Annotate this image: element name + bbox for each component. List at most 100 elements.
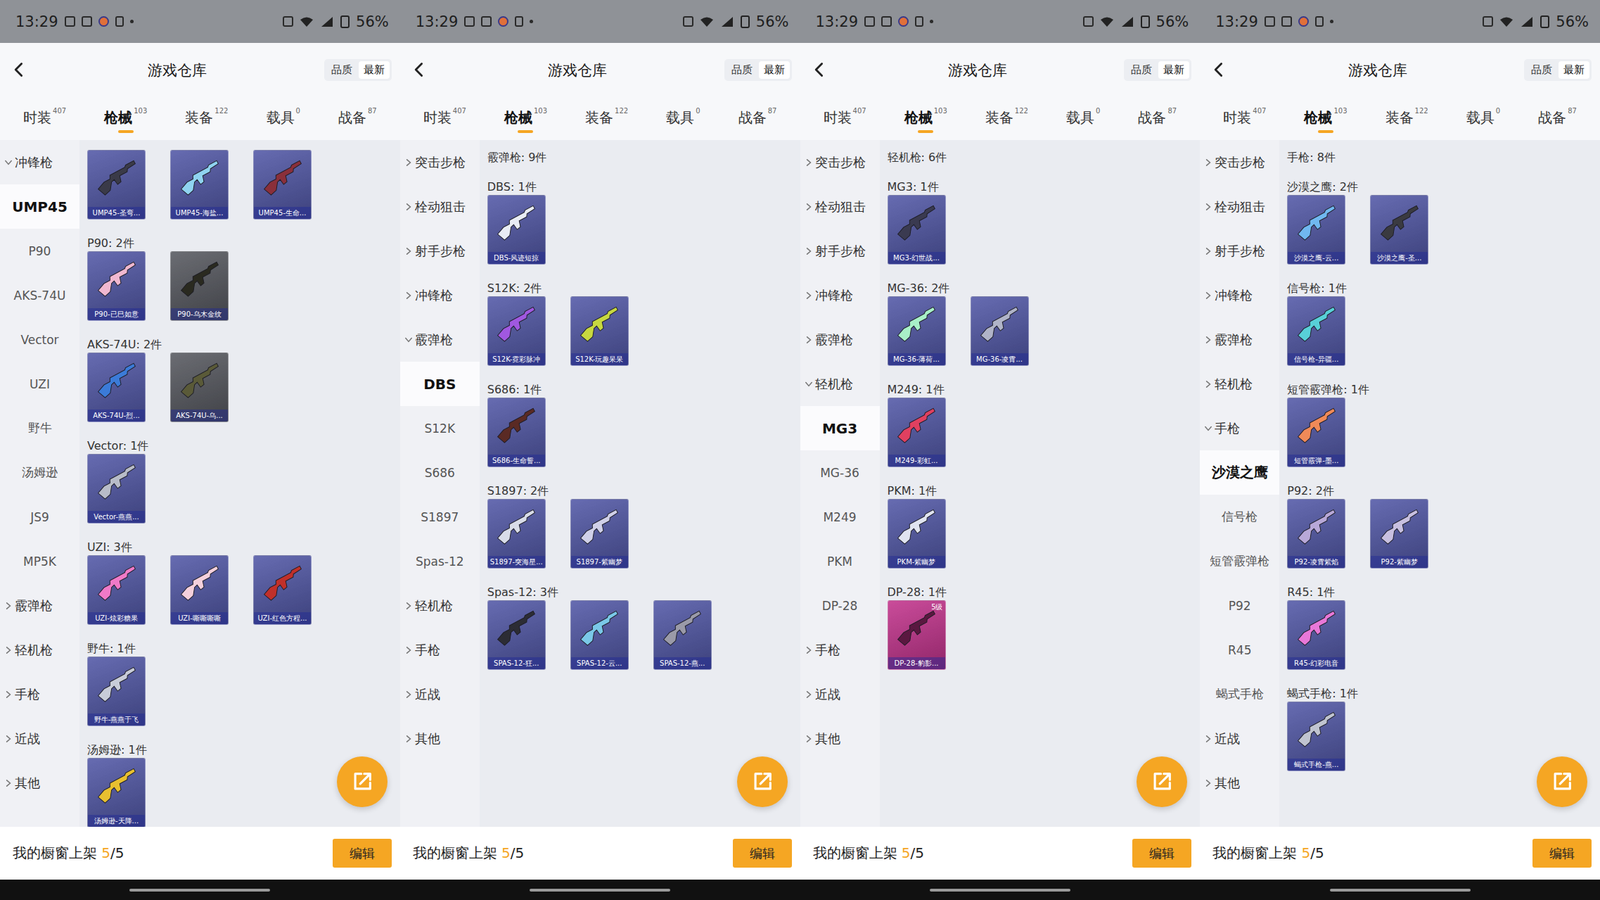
sidebar-item[interactable]: S686 (400, 450, 480, 495)
skin-card[interactable]: 沙漠之鹰-云... (1287, 194, 1346, 265)
sidebar-item[interactable]: MG-36 (800, 450, 880, 495)
sidebar-item[interactable]: 轻机枪 (800, 361, 880, 406)
sidebar-item[interactable]: JS9 (0, 494, 80, 539)
skin-card[interactable]: 沙漠之鹰-圣... (1370, 194, 1429, 265)
sidebar-item[interactable]: 汤姆逊 (0, 450, 80, 495)
skin-card[interactable]: UMP45-海盐... (170, 149, 229, 220)
skin-card[interactable]: SPAS-12-狂... (487, 599, 546, 670)
category-tab[interactable]: 战备87 (1538, 104, 1577, 133)
skin-card[interactable]: UZI-炫彩糖果 (87, 554, 146, 625)
share-button[interactable] (1136, 756, 1188, 807)
skin-card[interactable]: MG3-幻世战... (887, 194, 946, 265)
sidebar-item[interactable]: 手枪 (1199, 405, 1280, 451)
skin-card[interactable]: S686-生命誓... (487, 397, 546, 467)
share-button[interactable] (737, 756, 788, 807)
sidebar-item[interactable]: 手枪 (400, 627, 480, 672)
sidebar-item[interactable]: 沙漠之鹰 (1199, 450, 1280, 495)
skin-card[interactable]: 5级DP-28-豹影... (887, 599, 946, 670)
sidebar-item[interactable]: 冲锋枪 (1199, 272, 1280, 318)
sort-option[interactable]: 品质 (1526, 61, 1558, 79)
sidebar-item[interactable]: 短管霰弹枪 (1199, 538, 1280, 584)
sidebar-item[interactable]: DP-28 (800, 583, 880, 628)
sidebar-item[interactable]: 射手步枪 (1199, 228, 1280, 273)
skin-card[interactable]: AKS-74U-乌... (170, 352, 229, 422)
category-tab[interactable]: 载具0 (266, 104, 301, 133)
edit-button[interactable]: 编辑 (732, 838, 792, 868)
sidebar-item[interactable]: S12K (400, 405, 480, 451)
sidebar-item[interactable]: 近战 (400, 671, 480, 716)
sidebar-item[interactable]: 其他 (800, 715, 880, 761)
sidebar-item[interactable]: AKS-74U (0, 272, 80, 318)
home-indicator[interactable] (129, 888, 271, 892)
sidebar-item[interactable]: Vector (0, 317, 80, 362)
sidebar-item[interactable]: S1897 (400, 494, 480, 539)
category-tab[interactable]: 装备122 (1385, 104, 1429, 133)
skin-card[interactable]: SPAS-12-燕... (653, 599, 712, 670)
share-button[interactable] (336, 756, 388, 807)
skin-card[interactable]: UMP45-生命... (253, 149, 312, 220)
sidebar-item[interactable]: 冲锋枪 (0, 139, 80, 185)
category-tab[interactable]: 时装407 (1223, 104, 1266, 133)
sidebar-item[interactable]: UMP45 (0, 184, 80, 229)
sidebar-item[interactable]: 轻机枪 (400, 583, 480, 628)
sidebar-item[interactable]: PKM (800, 538, 880, 584)
category-tab[interactable]: 战备87 (738, 104, 778, 133)
category-tab[interactable]: 枪械103 (504, 104, 548, 133)
sidebar-item[interactable]: 近战 (0, 715, 80, 761)
skin-card[interactable]: MG-36-薄荷... (887, 296, 946, 366)
sidebar-item[interactable]: 霰弹枪 (800, 317, 880, 362)
skin-card[interactable]: S12K-霓彩脉冲 (487, 296, 546, 366)
sidebar-item[interactable]: 射手步枪 (400, 228, 480, 273)
back-button[interactable] (407, 58, 432, 83)
category-tab[interactable]: 时装407 (23, 104, 67, 133)
skin-card[interactable]: P90-乌木金纹 (170, 251, 229, 321)
sidebar-item[interactable]: MP5K (0, 538, 80, 584)
category-tab[interactable]: 战备87 (1137, 104, 1177, 133)
skin-card[interactable]: S1897-突海星... (487, 498, 546, 569)
sidebar-item[interactable]: 突击步枪 (400, 139, 480, 185)
home-indicator[interactable] (1329, 888, 1471, 892)
category-tab[interactable]: 战备87 (338, 104, 377, 133)
sidebar-item[interactable]: 轻机枪 (1199, 361, 1280, 406)
category-tab[interactable]: 时装407 (823, 104, 867, 133)
category-tab[interactable]: 枪械103 (104, 104, 147, 133)
skin-card[interactable]: UMP45-圣弯... (87, 149, 146, 220)
skin-card[interactable]: SPAS-12-云... (570, 599, 629, 670)
back-button[interactable] (1206, 58, 1231, 83)
category-tab[interactable]: 装备122 (184, 104, 228, 133)
sidebar-item[interactable]: P92 (1199, 583, 1280, 628)
sidebar-item[interactable]: Spas-12 (400, 538, 480, 584)
category-tab[interactable]: 载具0 (666, 104, 700, 133)
skin-card[interactable]: DBS-风迹短掠 (487, 194, 546, 265)
sidebar-item[interactable]: P90 (0, 228, 80, 273)
sidebar-item[interactable]: 射手步枪 (800, 228, 880, 273)
sidebar-item[interactable]: 突击步枪 (800, 139, 880, 185)
sort-option[interactable]: 品质 (326, 61, 358, 79)
skin-card[interactable]: 蝎式手枪-燕... (1287, 701, 1346, 771)
sidebar-item[interactable]: 其他 (1199, 760, 1280, 805)
category-tab[interactable]: 装备122 (585, 104, 629, 133)
skin-card[interactable]: 野牛-燕燕于飞 (87, 656, 146, 726)
skin-card[interactable]: P92-凌霄紫焰 (1287, 498, 1346, 569)
share-button[interactable] (1536, 756, 1588, 807)
home-indicator[interactable] (529, 888, 671, 892)
sidebar-item[interactable]: 冲锋枪 (400, 272, 480, 318)
category-tab[interactable]: 枪械103 (904, 104, 948, 133)
category-tab[interactable]: 装备122 (985, 104, 1029, 133)
skin-card[interactable]: P92-紫幽梦 (1370, 498, 1429, 569)
sidebar-item[interactable]: 栓动狙击 (800, 184, 880, 229)
sort-option[interactable]: 最新 (1558, 61, 1590, 79)
skin-card[interactable]: P90-已巳如意 (87, 251, 146, 321)
skin-card[interactable]: UZI-红色方程... (253, 554, 312, 625)
sidebar-item[interactable]: 霰弹枪 (1199, 317, 1280, 362)
edit-button[interactable]: 编辑 (332, 838, 392, 868)
skin-card[interactable]: UZI-嘶嘶嘶嘶 (170, 554, 229, 625)
sidebar-item[interactable]: MG3 (800, 405, 880, 451)
sidebar-item[interactable]: 其他 (400, 715, 480, 761)
edit-button[interactable]: 编辑 (1532, 838, 1592, 868)
category-tab[interactable]: 载具0 (1466, 104, 1501, 133)
sidebar-item[interactable]: 其他 (0, 760, 80, 805)
sidebar-item[interactable]: 突击步枪 (1199, 139, 1280, 185)
skin-card[interactable]: MG-36-凌霄... (970, 296, 1029, 366)
sidebar-item[interactable]: 手枪 (0, 671, 80, 716)
